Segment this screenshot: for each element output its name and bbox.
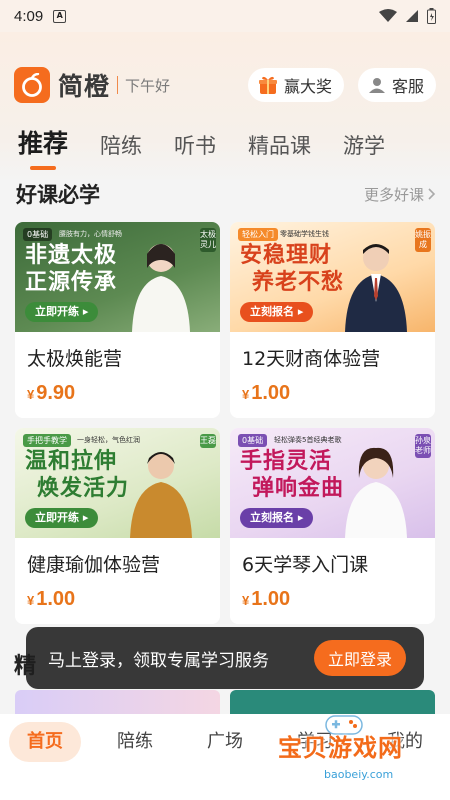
logo-divider [117, 76, 119, 94]
start-practice-button[interactable]: 立即开练 ▸ [25, 508, 99, 528]
teacher-photo [130, 452, 192, 538]
course-banner: 0基础 轻松弹奏5首经典老歌 手指灵活 弹响金曲 立刻报名 ▸ 孙泉老师 [230, 428, 435, 538]
customer-service-button[interactable]: 客服 [357, 68, 436, 102]
gift-icon [258, 75, 278, 95]
sim-icon: A [53, 9, 67, 23]
login-prompt-banner: 马上登录，领取专属学习服务 立即登录 [26, 627, 424, 689]
app-logo-icon [14, 67, 50, 103]
course-tag: 轻松入门 [238, 228, 278, 241]
banner-line-2: 弹响金曲 [252, 476, 345, 501]
teacher-name: 孙泉老师 [415, 434, 431, 458]
course-card[interactable]: 0基础 轻松弹奏5首经典老歌 手指灵活 弹响金曲 立刻报名 ▸ 孙泉老师 6天学… [230, 428, 435, 624]
tab-audiobook[interactable]: 听书 [174, 130, 216, 170]
currency-symbol: ¥ [242, 593, 250, 608]
teacher-name: 太极灵儿 [200, 228, 216, 252]
price-value: 1.00 [251, 382, 291, 404]
top-bar: 简橙 下午好 赢大奖 客服 [14, 64, 436, 106]
chevron-right-icon [428, 188, 436, 200]
banner-line-2: 焕发活力 [37, 476, 130, 501]
banner-line-1: 温和拉伸 [25, 449, 118, 474]
course-price: ¥1.00 [242, 588, 290, 611]
cta-label: 立刻报名 [250, 305, 294, 318]
course-card[interactable]: 轻松入门 零基础学钱生钱 安稳理财 养老不愁 立刻报名 ▸ 姚振成 12天财商体… [230, 222, 435, 418]
course-price: ¥1.00 [27, 588, 75, 611]
tab-practice[interactable]: 陪练 [100, 130, 142, 170]
status-time: 4:09 [14, 7, 44, 25]
next-section-card-preview[interactable] [230, 690, 435, 714]
greeting-text: 下午好 [125, 76, 171, 95]
site-watermark: 宝贝游戏网 baobeiy.com [268, 712, 450, 800]
start-practice-button[interactable]: 立即开练 ▸ [25, 302, 99, 322]
teacher-photo [345, 244, 407, 332]
course-price: ¥1.00 [242, 382, 290, 405]
course-tag: 0基础 [23, 228, 53, 241]
course-title: 太极焕能营 [27, 348, 123, 370]
watermark-url: baobeiy.com [324, 768, 394, 781]
teacher-name: 王磊 [200, 434, 216, 448]
currency-symbol: ¥ [27, 387, 35, 402]
battery-icon [427, 8, 436, 24]
nav-home[interactable]: 首页 [0, 722, 90, 762]
sign-up-button[interactable]: 立刻报名 ▸ [240, 302, 314, 322]
tab-study-tour[interactable]: 游学 [343, 130, 385, 170]
win-prize-label: 赢大奖 [283, 77, 332, 96]
login-now-button[interactable]: 立即登录 [313, 640, 406, 676]
cta-label: 立即开练 [35, 305, 79, 318]
win-prize-button[interactable]: 赢大奖 [247, 68, 344, 102]
banner-line-1: 手指灵活 [240, 449, 333, 474]
course-banner: 轻松入门 零基础学钱生钱 安稳理财 养老不愁 立刻报名 ▸ 姚振成 [230, 222, 435, 332]
teacher-name: 姚振成 [415, 228, 431, 252]
status-bar: 4:09 A [0, 0, 450, 32]
banner-line-1: 非遗太极 [25, 243, 118, 268]
nav-practice[interactable]: 陪练 [90, 722, 180, 762]
wifi-icon [379, 9, 397, 22]
sign-up-button[interactable]: 立刻报名 ▸ [240, 508, 314, 528]
currency-symbol: ¥ [27, 593, 35, 608]
course-tag-sub: 腰肢有力，心情舒畅 [59, 230, 122, 238]
course-card[interactable]: 0基础 腰肢有力，心情舒畅 非遗太极 正源传承 立即开练 ▸ 太极灵儿 太极焕能… [15, 222, 220, 418]
category-tabs: 推荐 陪练 听书 精品课 游学 [18, 120, 417, 170]
course-tag-sub: 零基础学钱生钱 [280, 230, 329, 238]
banner-line-2: 养老不愁 [252, 270, 345, 295]
banner-line-2: 正源传承 [25, 270, 118, 295]
section-title: 好课必学 [16, 183, 100, 207]
course-tag: 手把手教学 [23, 434, 71, 447]
price-value: 9.90 [36, 382, 76, 404]
teacher-photo [132, 244, 190, 332]
more-courses-link[interactable]: 更多好课 [364, 184, 436, 205]
course-title: 6天学琴入门课 [242, 554, 369, 576]
course-banner: 手把手教学 一身轻松，气色红润 温和拉伸 焕发活力 立即开练 ▸ 王磊 [15, 428, 220, 538]
customer-service-label: 客服 [391, 77, 424, 96]
price-value: 1.00 [251, 588, 291, 610]
watermark-text: 宝贝游戏网 [278, 734, 403, 762]
section-header: 好课必学 更多好课 [16, 178, 436, 210]
cta-label: 立刻报名 [250, 511, 294, 524]
teacher-photo [345, 447, 407, 538]
more-courses-label: 更多好课 [363, 185, 424, 204]
app-name: 简橙 [58, 73, 111, 101]
next-section-card-preview[interactable] [15, 690, 220, 714]
signal-icon [406, 10, 418, 22]
cta-label: 立即开练 [35, 511, 79, 524]
currency-symbol: ¥ [242, 387, 250, 402]
banner-line-1: 安稳理财 [240, 243, 333, 268]
tab-recommend[interactable]: 推荐 [18, 124, 68, 170]
nav-square[interactable]: 广场 [180, 722, 270, 762]
course-price: ¥9.90 [27, 382, 75, 405]
course-title: 12天财商体验营 [242, 348, 381, 370]
course-card[interactable]: 手把手教学 一身轻松，气色红润 温和拉伸 焕发活力 立即开练 ▸ 王磊 健康瑜伽… [15, 428, 220, 624]
tab-premium-course[interactable]: 精品课 [248, 130, 311, 170]
price-value: 1.00 [36, 588, 76, 610]
course-tag: 0基础 [238, 434, 268, 447]
login-prompt-text: 马上登录，领取专属学习服务 [48, 650, 269, 671]
user-icon [368, 76, 386, 94]
nav-home-label: 首页 [9, 722, 81, 762]
course-banner: 0基础 腰肢有力，心情舒畅 非遗太极 正源传承 立即开练 ▸ 太极灵儿 [15, 222, 220, 332]
course-title: 健康瑜伽体验营 [27, 554, 161, 576]
course-tag-sub: 轻松弹奏5首经典老歌 [274, 436, 342, 444]
